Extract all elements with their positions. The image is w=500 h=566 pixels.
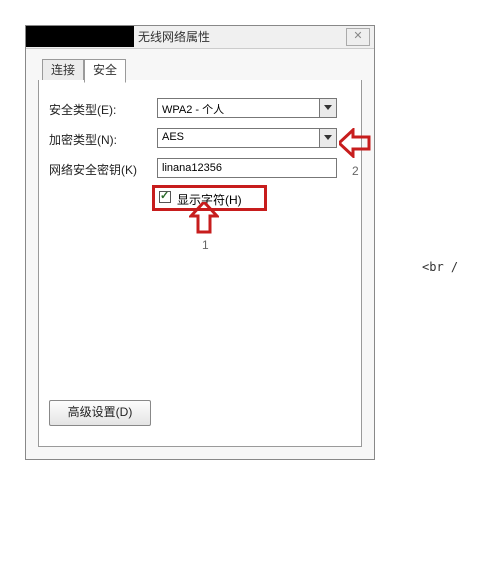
chevron-down-icon bbox=[319, 99, 336, 117]
window-title: 无线网络属性 bbox=[138, 28, 210, 45]
row-network-key: 网络安全密钥(K) bbox=[39, 158, 361, 182]
security-type-label: 安全类型(E): bbox=[49, 101, 116, 118]
security-type-select[interactable]: WPA2 - 个人 bbox=[157, 98, 337, 118]
close-button[interactable]: ✕ bbox=[346, 28, 370, 46]
wireless-properties-dialog: 无线网络属性 ✕ 连接 安全 安全类型(E): WPA2 - 个人 加密类型(N… bbox=[25, 25, 375, 460]
encryption-type-select[interactable]: AES bbox=[157, 128, 337, 148]
close-icon: ✕ bbox=[353, 30, 362, 42]
titlebar[interactable]: 无线网络属性 ✕ bbox=[26, 26, 374, 49]
tab-security[interactable]: 安全 bbox=[84, 59, 126, 83]
chevron-down-icon bbox=[319, 129, 336, 147]
security-type-value: WPA2 - 个人 bbox=[162, 101, 224, 117]
show-characters-checkbox[interactable] bbox=[159, 191, 171, 203]
network-key-input[interactable] bbox=[157, 158, 337, 178]
encryption-type-value: AES bbox=[162, 131, 184, 143]
annotation-number-2: 2 bbox=[352, 164, 359, 178]
show-characters-label: 显示字符(H) bbox=[177, 191, 242, 208]
tab-bar: 连接 安全 bbox=[38, 59, 360, 82]
network-key-label: 网络安全密钥(K) bbox=[49, 161, 137, 178]
tab-content-security: 安全类型(E): WPA2 - 个人 加密类型(N): AES 网络安全密钥(K… bbox=[38, 80, 362, 447]
stray-text: <br / bbox=[422, 260, 458, 274]
tab-connection[interactable]: 连接 bbox=[42, 59, 84, 81]
row-security-type: 安全类型(E): WPA2 - 个人 bbox=[39, 98, 361, 122]
advanced-settings-button[interactable]: 高级设置(D) bbox=[49, 400, 151, 426]
row-encryption-type: 加密类型(N): AES bbox=[39, 128, 361, 152]
redacted-icon bbox=[26, 26, 134, 47]
row-show-characters: 显示字符(H) bbox=[39, 188, 361, 212]
annotation-number-1: 1 bbox=[202, 238, 209, 252]
encryption-type-label: 加密类型(N): bbox=[49, 131, 117, 148]
